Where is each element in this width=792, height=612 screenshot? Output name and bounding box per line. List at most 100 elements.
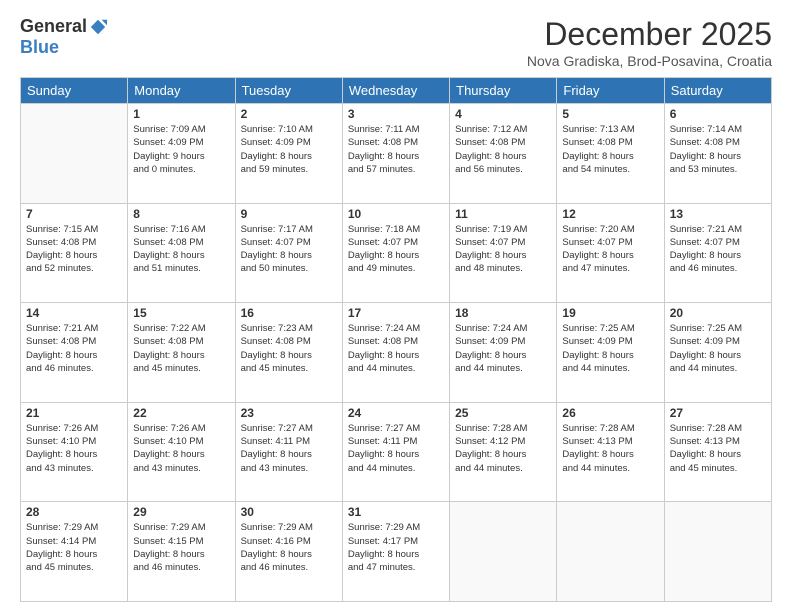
- day-info: Sunrise: 7:15 AM Sunset: 4:08 PM Dayligh…: [26, 223, 122, 276]
- day-number: 8: [133, 207, 229, 221]
- calendar-cell: 21 Sunrise: 7:26 AM Sunset: 4:10 PM Dayli…: [21, 402, 128, 502]
- calendar-cell: 27 Sunrise: 7:28 AM Sunset: 4:13 PM Dayli…: [664, 402, 771, 502]
- calendar-cell: 3 Sunrise: 7:11 AM Sunset: 4:08 PM Daylig…: [342, 104, 449, 204]
- month-title: December 2025: [527, 16, 772, 53]
- calendar-cell: 12 Sunrise: 7:20 AM Sunset: 4:07 PM Dayli…: [557, 203, 664, 303]
- calendar-cell: 23 Sunrise: 7:27 AM Sunset: 4:11 PM Dayli…: [235, 402, 342, 502]
- weekday-header-wednesday: Wednesday: [342, 78, 449, 104]
- day-number: 4: [455, 107, 551, 121]
- calendar-cell: 24 Sunrise: 7:27 AM Sunset: 4:11 PM Dayli…: [342, 402, 449, 502]
- week-row-3: 14 Sunrise: 7:21 AM Sunset: 4:08 PM Dayli…: [21, 303, 772, 403]
- day-info: Sunrise: 7:26 AM Sunset: 4:10 PM Dayligh…: [26, 422, 122, 475]
- day-info: Sunrise: 7:23 AM Sunset: 4:08 PM Dayligh…: [241, 322, 337, 375]
- day-number: 31: [348, 505, 444, 519]
- week-row-5: 28 Sunrise: 7:29 AM Sunset: 4:14 PM Dayli…: [21, 502, 772, 602]
- calendar-cell: 20 Sunrise: 7:25 AM Sunset: 4:09 PM Dayli…: [664, 303, 771, 403]
- logo-general-text: General: [20, 16, 87, 37]
- calendar-cell: 6Sunrise: 7:14 AM Sunset: 4:08 PM Daylig…: [664, 104, 771, 204]
- day-number: 10: [348, 207, 444, 221]
- calendar-cell: [450, 502, 557, 602]
- day-info: Sunrise: 7:19 AM Sunset: 4:07 PM Dayligh…: [455, 223, 551, 276]
- day-number: 29: [133, 505, 229, 519]
- logo: General Blue: [20, 16, 107, 58]
- calendar-cell: 29Sunrise: 7:29 AM Sunset: 4:15 PM Dayli…: [128, 502, 235, 602]
- day-info: Sunrise: 7:27 AM Sunset: 4:11 PM Dayligh…: [241, 422, 337, 475]
- week-row-2: 7 Sunrise: 7:15 AM Sunset: 4:08 PM Daylig…: [21, 203, 772, 303]
- calendar-cell: 5 Sunrise: 7:13 AM Sunset: 4:08 PM Daylig…: [557, 104, 664, 204]
- day-number: 11: [455, 207, 551, 221]
- week-row-1: 1 Sunrise: 7:09 AM Sunset: 4:09 PM Daylig…: [21, 104, 772, 204]
- day-info: Sunrise: 7:21 AM Sunset: 4:08 PM Dayligh…: [26, 322, 122, 375]
- day-info: Sunrise: 7:18 AM Sunset: 4:07 PM Dayligh…: [348, 223, 444, 276]
- calendar-cell: 28 Sunrise: 7:29 AM Sunset: 4:14 PM Dayli…: [21, 502, 128, 602]
- weekday-header-tuesday: Tuesday: [235, 78, 342, 104]
- day-number: 5: [562, 107, 658, 121]
- page: General Blue December 2025 Nova Gradiska…: [0, 0, 792, 612]
- title-block: December 2025 Nova Gradiska, Brod-Posavi…: [527, 16, 772, 69]
- day-number: 1: [133, 107, 229, 121]
- day-number: 28: [26, 505, 122, 519]
- day-info: Sunrise: 7:11 AM Sunset: 4:08 PM Dayligh…: [348, 123, 444, 176]
- day-info: Sunrise: 7:13 AM Sunset: 4:08 PM Dayligh…: [562, 123, 658, 176]
- calendar-cell: [557, 502, 664, 602]
- calendar-cell: 1 Sunrise: 7:09 AM Sunset: 4:09 PM Daylig…: [128, 104, 235, 204]
- day-info: Sunrise: 7:12 AM Sunset: 4:08 PM Dayligh…: [455, 123, 551, 176]
- day-number: 21: [26, 406, 122, 420]
- calendar-cell: 13Sunrise: 7:21 AM Sunset: 4:07 PM Dayli…: [664, 203, 771, 303]
- calendar-cell: 14 Sunrise: 7:21 AM Sunset: 4:08 PM Dayli…: [21, 303, 128, 403]
- calendar-cell: 9 Sunrise: 7:17 AM Sunset: 4:07 PM Daylig…: [235, 203, 342, 303]
- day-info: Sunrise: 7:26 AM Sunset: 4:10 PM Dayligh…: [133, 422, 229, 475]
- day-info: Sunrise: 7:25 AM Sunset: 4:09 PM Dayligh…: [562, 322, 658, 375]
- day-info: Sunrise: 7:28 AM Sunset: 4:13 PM Dayligh…: [670, 422, 766, 475]
- day-info: Sunrise: 7:10 AM Sunset: 4:09 PM Dayligh…: [241, 123, 337, 176]
- day-number: 14: [26, 306, 122, 320]
- day-info: Sunrise: 7:14 AM Sunset: 4:08 PM Dayligh…: [670, 123, 766, 176]
- calendar-cell: 4 Sunrise: 7:12 AM Sunset: 4:08 PM Daylig…: [450, 104, 557, 204]
- calendar-cell: [21, 104, 128, 204]
- day-info: Sunrise: 7:29 AM Sunset: 4:16 PM Dayligh…: [241, 521, 337, 574]
- calendar-cell: 26 Sunrise: 7:28 AM Sunset: 4:13 PM Dayli…: [557, 402, 664, 502]
- day-info: Sunrise: 7:28 AM Sunset: 4:12 PM Dayligh…: [455, 422, 551, 475]
- day-number: 12: [562, 207, 658, 221]
- day-number: 26: [562, 406, 658, 420]
- day-number: 19: [562, 306, 658, 320]
- calendar-cell: 17Sunrise: 7:24 AM Sunset: 4:08 PM Dayli…: [342, 303, 449, 403]
- day-number: 25: [455, 406, 551, 420]
- day-number: 9: [241, 207, 337, 221]
- day-info: Sunrise: 7:24 AM Sunset: 4:08 PM Dayligh…: [348, 322, 444, 375]
- day-number: 16: [241, 306, 337, 320]
- day-info: Sunrise: 7:20 AM Sunset: 4:07 PM Dayligh…: [562, 223, 658, 276]
- day-number: 27: [670, 406, 766, 420]
- day-number: 24: [348, 406, 444, 420]
- calendar-cell: [664, 502, 771, 602]
- day-info: Sunrise: 7:25 AM Sunset: 4:09 PM Dayligh…: [670, 322, 766, 375]
- day-number: 20: [670, 306, 766, 320]
- day-info: Sunrise: 7:17 AM Sunset: 4:07 PM Dayligh…: [241, 223, 337, 276]
- calendar-cell: 30 Sunrise: 7:29 AM Sunset: 4:16 PM Dayli…: [235, 502, 342, 602]
- calendar-cell: 19 Sunrise: 7:25 AM Sunset: 4:09 PM Dayli…: [557, 303, 664, 403]
- day-number: 7: [26, 207, 122, 221]
- calendar-cell: 7 Sunrise: 7:15 AM Sunset: 4:08 PM Daylig…: [21, 203, 128, 303]
- day-number: 18: [455, 306, 551, 320]
- weekday-header-thursday: Thursday: [450, 78, 557, 104]
- day-info: Sunrise: 7:22 AM Sunset: 4:08 PM Dayligh…: [133, 322, 229, 375]
- calendar-cell: 8Sunrise: 7:16 AM Sunset: 4:08 PM Daylig…: [128, 203, 235, 303]
- logo-icon: [89, 18, 107, 36]
- day-info: Sunrise: 7:29 AM Sunset: 4:17 PM Dayligh…: [348, 521, 444, 574]
- day-number: 3: [348, 107, 444, 121]
- day-info: Sunrise: 7:27 AM Sunset: 4:11 PM Dayligh…: [348, 422, 444, 475]
- weekday-header-monday: Monday: [128, 78, 235, 104]
- calendar-cell: 25 Sunrise: 7:28 AM Sunset: 4:12 PM Dayli…: [450, 402, 557, 502]
- calendar-cell: 10 Sunrise: 7:18 AM Sunset: 4:07 PM Dayli…: [342, 203, 449, 303]
- day-number: 23: [241, 406, 337, 420]
- location: Nova Gradiska, Brod-Posavina, Croatia: [527, 53, 772, 69]
- day-info: Sunrise: 7:28 AM Sunset: 4:13 PM Dayligh…: [562, 422, 658, 475]
- day-number: 2: [241, 107, 337, 121]
- header: General Blue December 2025 Nova Gradiska…: [20, 16, 772, 69]
- day-number: 30: [241, 505, 337, 519]
- week-row-4: 21 Sunrise: 7:26 AM Sunset: 4:10 PM Dayli…: [21, 402, 772, 502]
- logo-blue-text: Blue: [20, 37, 59, 58]
- day-info: Sunrise: 7:29 AM Sunset: 4:14 PM Dayligh…: [26, 521, 122, 574]
- day-number: 22: [133, 406, 229, 420]
- day-info: Sunrise: 7:09 AM Sunset: 4:09 PM Dayligh…: [133, 123, 229, 176]
